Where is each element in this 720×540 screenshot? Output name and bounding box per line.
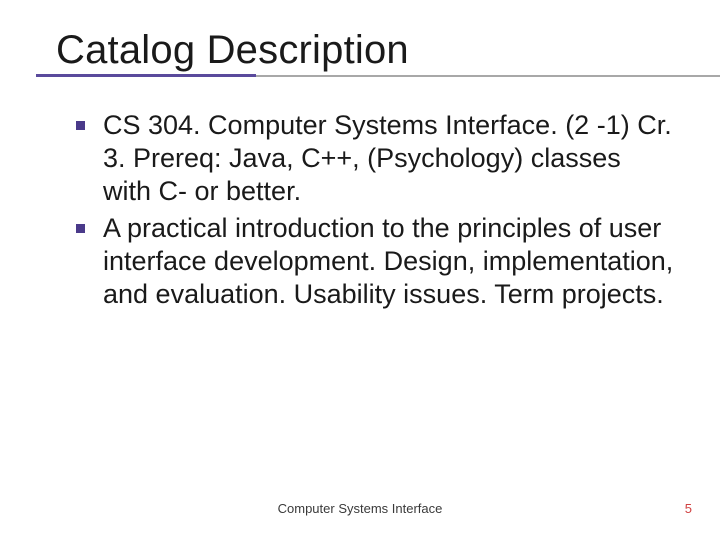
page-number: 5 [685, 501, 692, 516]
content-area: CS 304. Computer Systems Interface. (2 -… [56, 109, 684, 311]
slide-title: Catalog Description [56, 28, 684, 73]
list-item: CS 304. Computer Systems Interface. (2 -… [76, 109, 674, 208]
bullet-text: CS 304. Computer Systems Interface. (2 -… [103, 109, 674, 208]
title-underline-accent [36, 74, 256, 77]
slide: Catalog Description CS 304. Computer Sys… [0, 0, 720, 540]
title-container: Catalog Description [56, 28, 684, 81]
footer-text: Computer Systems Interface [0, 501, 720, 516]
list-item: A practical introduction to the principl… [76, 212, 674, 311]
square-bullet-icon [76, 121, 85, 130]
square-bullet-icon [76, 224, 85, 233]
bullet-text: A practical introduction to the principl… [103, 212, 674, 311]
